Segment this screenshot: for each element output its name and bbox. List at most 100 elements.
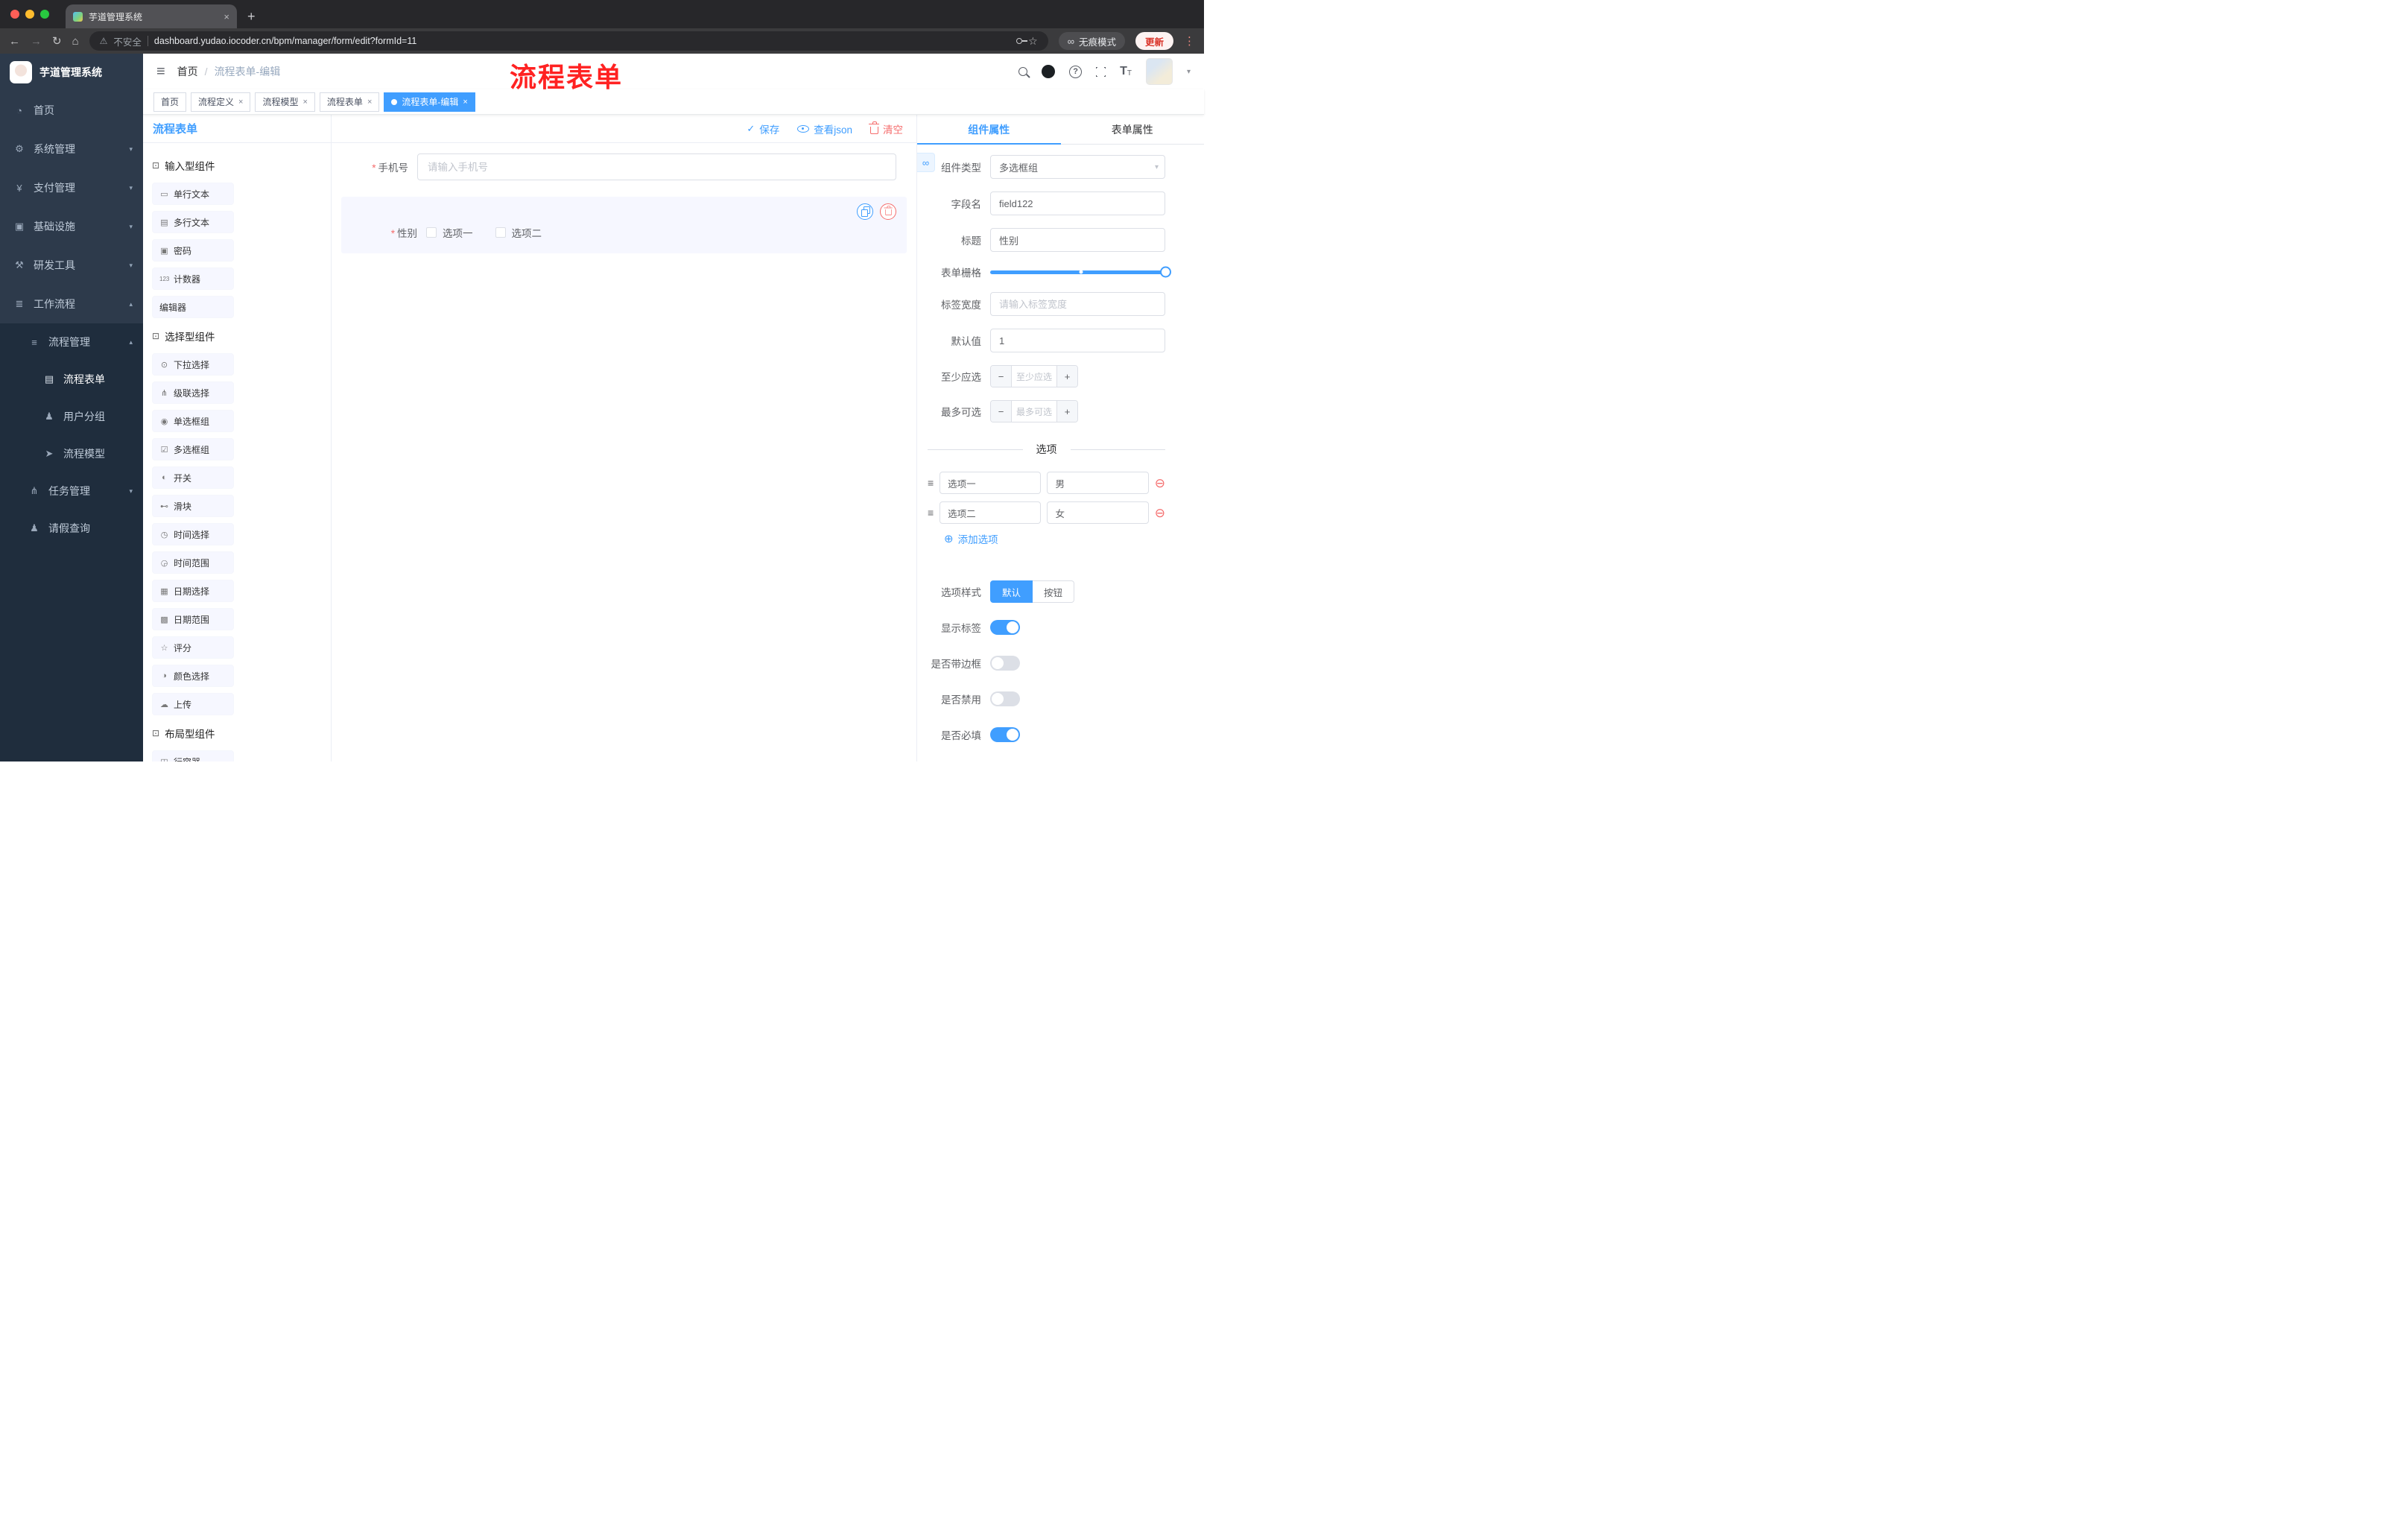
title-input[interactable] — [990, 228, 1165, 252]
required-switch[interactable] — [990, 727, 1020, 742]
close-icon[interactable]: × — [463, 98, 467, 107]
view-json-button[interactable]: 查看json — [797, 121, 852, 136]
palette-item-multi-line-text[interactable]: ▤ 多行文本 — [152, 211, 234, 233]
save-button[interactable]: ✓ 保存 — [747, 121, 779, 136]
palette-item-slider[interactable]: ⊷ 滑块 — [152, 495, 234, 517]
gender-option2-checkbox[interactable]: 选项二 — [495, 225, 542, 240]
palette-item-single-line-text[interactable]: ▭ 单行文本 — [152, 183, 234, 205]
tag-process-model[interactable]: 流程模型 × — [255, 92, 315, 112]
palette-item-date-range[interactable]: ▩ 日期范围 — [152, 608, 234, 630]
new-tab-button[interactable]: + — [247, 9, 256, 25]
remove-option-icon[interactable]: ⊖ — [1155, 507, 1165, 519]
tab-form-props[interactable]: 表单属性 — [1061, 115, 1205, 144]
slider-handle[interactable] — [1160, 266, 1171, 278]
sidebar-item-payment-management[interactable]: ¥ 支付管理 ▾ — [0, 168, 143, 207]
palette-item-select[interactable]: ⊙ 下拉选择 — [152, 353, 234, 376]
address-bar[interactable]: ⚠ 不安全 dashboard.yudao.iocoder.cn/bpm/man… — [89, 31, 1048, 51]
sidebar-item-home[interactable]: ◔ 首页 — [0, 91, 143, 130]
palette-item-rate[interactable]: ☆ 评分 — [152, 636, 234, 659]
sidebar-item-infrastructure[interactable]: ▣ 基础设施 ▾ — [0, 207, 143, 246]
sidebar-item-process-management[interactable]: ≡ 流程管理 ▴ — [0, 323, 143, 361]
sidebar-item-workflow[interactable]: ≣ 工作流程 ▴ — [0, 285, 143, 323]
tab-component-props[interactable]: 组件属性 — [917, 115, 1061, 145]
phone-input[interactable] — [417, 153, 896, 180]
copy-widget-button[interactable] — [857, 203, 873, 220]
palette-item-time-range[interactable]: ◶ 时间范围 — [152, 551, 234, 574]
update-button[interactable]: 更新 — [1135, 32, 1173, 50]
option2-value-input[interactable] — [1047, 501, 1149, 524]
palette-item-date-picker[interactable]: ▦ 日期选择 — [152, 580, 234, 602]
chevron-down-icon[interactable]: ▾ — [1187, 68, 1191, 76]
back-icon[interactable]: ← — [9, 35, 20, 48]
option1-value-input[interactable] — [1047, 472, 1149, 494]
font-size-icon[interactable]: TT — [1120, 66, 1132, 77]
browser-home-icon[interactable]: ⌂ — [72, 35, 79, 48]
palette-item-color-picker[interactable]: ◑ 颜色选择 — [152, 665, 234, 687]
option2-label-input[interactable] — [940, 501, 1042, 524]
fullscreen-icon[interactable] — [1094, 65, 1108, 78]
min-select-value[interactable]: 至少应选 — [1012, 366, 1056, 387]
gender-field-selected-widget[interactable]: * 性别 选项一 选项二 — [341, 197, 907, 253]
palette-item-switch[interactable]: ◐ 开关 — [152, 466, 234, 489]
max-select-value[interactable]: 最多可选 — [1012, 401, 1056, 422]
field-name-input[interactable] — [990, 191, 1165, 215]
hamburger-icon[interactable]: ≡ — [156, 63, 165, 80]
palette-item-checkbox-group[interactable]: ☑ 多选框组 — [152, 438, 234, 460]
style-button-button[interactable]: 按钮 — [1033, 580, 1075, 603]
browser-tab[interactable]: 芋道管理系统 × — [66, 4, 237, 28]
tag-process-definition[interactable]: 流程定义 × — [191, 92, 251, 112]
forward-icon[interactable]: → — [31, 35, 42, 48]
breadcrumb-home[interactable]: 首页 — [177, 64, 198, 79]
minimize-window-button[interactable] — [25, 10, 34, 19]
palette-item-counter[interactable]: 123 计数器 — [152, 267, 234, 290]
sidebar-item-dev-tools[interactable]: ⚒ 研发工具 ▾ — [0, 246, 143, 285]
style-default-button[interactable]: 默认 — [990, 580, 1033, 603]
close-icon[interactable]: × — [302, 98, 307, 107]
phone-field-row[interactable]: * 手机号 — [341, 153, 907, 180]
palette-item-time-picker[interactable]: ◷ 时间选择 — [152, 523, 234, 545]
zoom-window-button[interactable] — [40, 10, 49, 19]
password-key-icon[interactable] — [1016, 38, 1028, 44]
increase-button[interactable]: + — [1056, 366, 1077, 387]
palette-item-row-container[interactable]: ◫ 行容器 — [152, 750, 234, 762]
link-icon[interactable]: ∞ — [917, 153, 935, 172]
palette-item-upload[interactable]: ☁ 上传 — [152, 693, 234, 715]
tag-home[interactable]: 首页 — [153, 92, 187, 112]
sidebar-item-user-groups[interactable]: ♟ 用户分组 — [0, 398, 143, 435]
sidebar-item-task-management[interactable]: ⋔ 任务管理 ▾ — [0, 472, 143, 510]
app-logo[interactable]: 芋道管理系统 — [0, 54, 143, 91]
tag-process-form[interactable]: 流程表单 × — [319, 92, 380, 112]
drag-handle-icon[interactable]: ≡ — [928, 507, 934, 519]
sidebar-item-system-management[interactable]: ⚙ 系统管理 ▾ — [0, 130, 143, 168]
bookmark-star-icon[interactable]: ☆ — [1028, 35, 1038, 48]
delete-widget-button[interactable] — [880, 203, 896, 220]
tag-process-form-edit[interactable]: 流程表单-编辑 × — [384, 92, 475, 112]
default-value-input[interactable] — [990, 329, 1165, 352]
drag-handle-icon[interactable]: ≡ — [928, 477, 934, 489]
browser-menu-icon[interactable]: ⋮ — [1184, 34, 1195, 48]
decrease-button[interactable]: − — [991, 401, 1012, 422]
sidebar-item-process-form[interactable]: ▤ 流程表单 — [0, 361, 143, 398]
decrease-button[interactable]: − — [991, 366, 1012, 387]
border-switch[interactable] — [990, 656, 1020, 671]
gender-option1-checkbox[interactable]: 选项一 — [426, 225, 473, 240]
disabled-switch[interactable] — [990, 691, 1020, 706]
close-icon[interactable]: × — [238, 98, 243, 107]
user-avatar[interactable] — [1145, 58, 1173, 85]
reload-icon[interactable]: ↻ — [52, 34, 62, 48]
clear-button[interactable]: 清空 — [869, 121, 903, 136]
component-type-select[interactable]: 多选框组 ▾ — [990, 155, 1165, 179]
search-icon[interactable] — [1018, 67, 1028, 76]
palette-item-cascader[interactable]: ⋔ 级联选择 — [152, 381, 234, 404]
label-width-input[interactable] — [990, 292, 1165, 316]
close-tab-icon[interactable]: × — [224, 11, 229, 22]
remove-option-icon[interactable]: ⊖ — [1155, 477, 1165, 490]
close-icon[interactable]: × — [367, 98, 372, 107]
github-icon[interactable] — [1042, 65, 1056, 78]
sidebar-item-process-model[interactable]: ➤ 流程模型 — [0, 435, 143, 472]
increase-button[interactable]: + — [1056, 401, 1077, 422]
grid-slider[interactable] — [990, 266, 1171, 278]
show-label-switch[interactable] — [990, 620, 1020, 635]
add-option-button[interactable]: ⊕ 添加选项 — [944, 531, 1165, 546]
close-window-button[interactable] — [10, 10, 19, 19]
